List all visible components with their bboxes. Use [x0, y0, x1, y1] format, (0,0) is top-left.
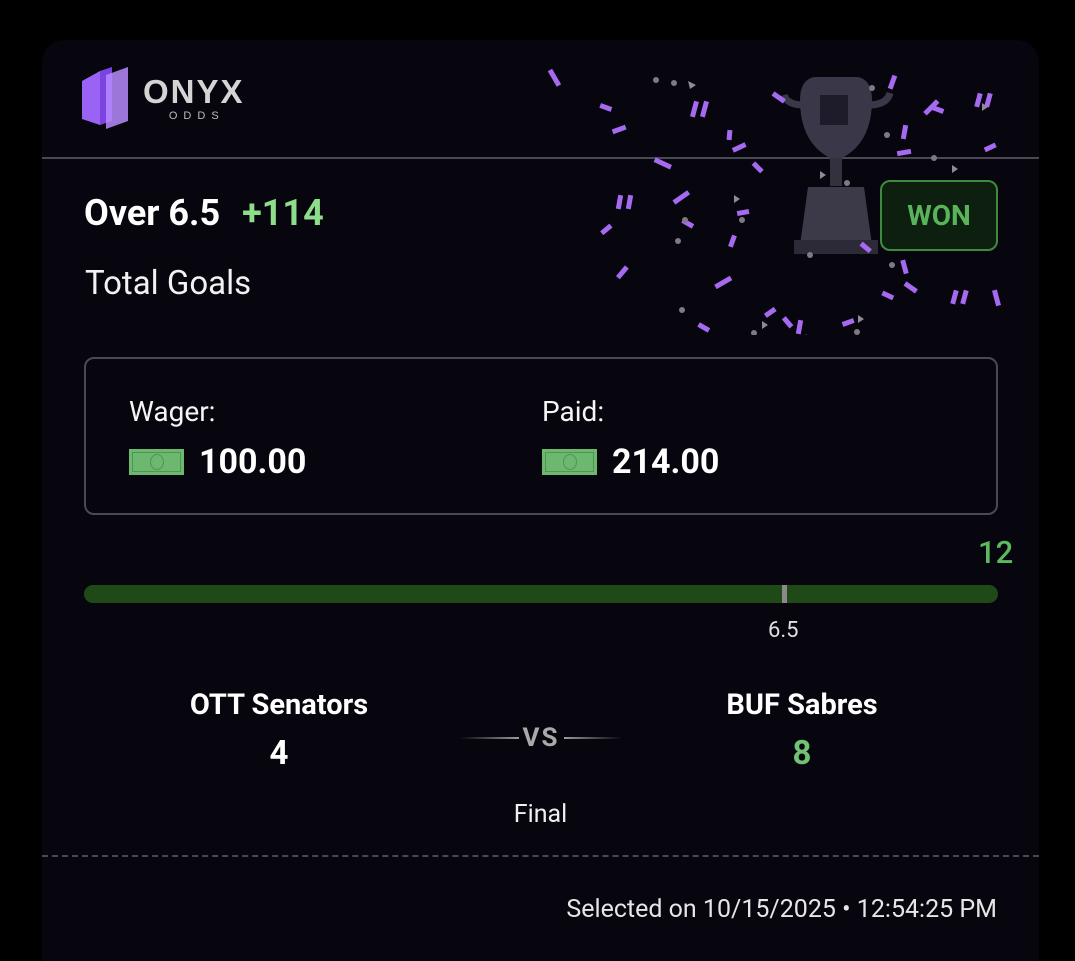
home-team-name: OTT Senators [189, 688, 369, 722]
team-away: BUF Sabres 8 [652, 688, 952, 773]
vs-label: VS [522, 723, 560, 753]
money-bill-icon [129, 449, 184, 475]
paid-label: Paid: [542, 395, 605, 428]
progress-bar [84, 585, 998, 603]
team-home: OTT Senators 4 [129, 688, 429, 773]
pick-selection: Over 6.5 [84, 192, 221, 234]
away-team-name: BUF Sabres [726, 688, 878, 722]
trophy-icon [780, 77, 894, 254]
progress-line-label: 6.5 [768, 618, 799, 643]
vs-line-right [563, 737, 622, 739]
money-bill-icon [542, 449, 597, 475]
progress-current-total: 12 [978, 534, 1014, 571]
footer-divider [42, 855, 1039, 857]
status-badge: WON [880, 180, 998, 251]
wager-amount: 100.00 [199, 442, 307, 482]
brand-name: ONYX [143, 73, 245, 110]
game-status: Final [513, 800, 568, 829]
away-team-score: 8 [792, 734, 812, 773]
progress-line-marker [782, 585, 787, 603]
paid-section: Paid: 214.00 [542, 395, 719, 482]
wager-label: Wager: [129, 395, 216, 428]
wager-section: Wager: 100.00 [129, 395, 306, 482]
bet-summary-box: Wager: 100.00 Paid: 214.00 [84, 357, 998, 515]
pick-odds: +114 [242, 192, 324, 234]
vs-line-left [460, 737, 519, 739]
market-name: Total Goals [85, 264, 252, 303]
vs-separator: VS [460, 723, 622, 753]
brand-logo: ONYX ODDS [82, 67, 245, 131]
onyx-logo-icon [82, 67, 128, 129]
home-team-score: 4 [269, 734, 289, 773]
selected-timestamp: Selected on 10/15/2025 • 12:54:25 PM [566, 895, 997, 924]
pick-row: Over 6.5 +114 [84, 192, 324, 234]
paid-amount: 214.00 [612, 442, 720, 482]
bet-card: ONYX ODDS Over 6.5 +114 Total Goals WON … [42, 40, 1039, 961]
brand-sub: ODDS [168, 110, 225, 122]
